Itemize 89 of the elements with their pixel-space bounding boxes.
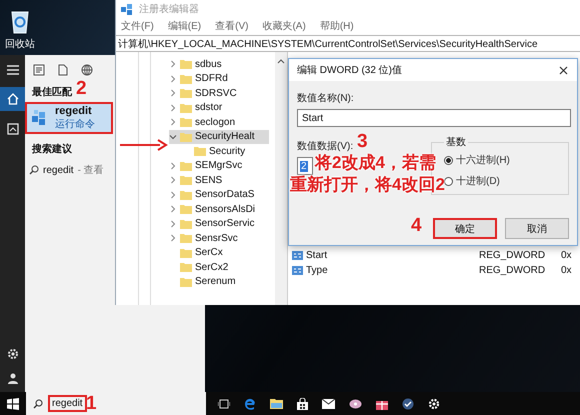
mail-icon[interactable] [322,398,335,408]
dialog-button[interactable]: 取消 [505,218,569,239]
annotation-arrow [120,139,168,151]
group-label: 基数 [445,136,467,149]
registry-icon [121,2,133,14]
browser-icon[interactable] [244,398,256,410]
folder-icon [180,218,192,229]
binary-value-icon [292,251,303,260]
icon-label: 回收站 [5,38,35,51]
home-icon [6,93,18,105]
tree-item[interactable]: Security [169,144,269,158]
folder-icon [180,276,192,287]
apps-icon[interactable] [33,64,45,76]
tree-item[interactable]: seclogon [169,115,269,130]
tree-item[interactable]: SerCx2 [169,260,269,274]
section-heading: 搜索建议 [30,142,72,157]
tree-item[interactable]: SerCx [169,246,269,260]
text-field[interactable]: Start [297,109,571,127]
folder-icon [180,117,192,128]
menu-item[interactable]: 查看(V) [215,19,248,33]
search-result[interactable]: regedit 运行命令 [25,102,113,134]
settings-icon[interactable] [6,348,18,360]
close-icon [558,66,568,74]
task-view-icon[interactable] [218,398,230,408]
disc-icon[interactable] [349,398,362,410]
folder-icon [180,262,192,272]
radio-button[interactable]: 十六进制(H) [444,153,510,167]
person-icon[interactable] [6,372,18,384]
tree-item[interactable]: SensrSvc [169,231,269,246]
search-icon [33,398,43,408]
search-icon [29,165,39,175]
round-app-icon[interactable] [402,398,414,410]
radio-button[interactable]: 十进制(D) [444,174,500,188]
address-field[interactable]: 计算机\HKEY_LOCAL_MACHINE\SYSTEM\CurrentControlSet\Services\SecurityHealthService [116,35,580,52]
menu-icon[interactable] [6,65,18,75]
tree-item[interactable]: SensorServic [169,216,269,231]
home-button[interactable] [0,87,25,111]
value-row[interactable]: Start REG_DWORD 0x [292,248,580,263]
menu-item[interactable]: 收藏夹(A) [262,19,306,33]
folder-icon [180,175,192,186]
menu-item[interactable]: 文件(F) [121,19,154,33]
field-label: 数值数据(V): [297,140,354,153]
collapse-icon[interactable] [169,132,177,141]
tree-item[interactable]: sdbus [169,57,269,72]
annotation-text: 重新打开，将4改回2 [290,176,445,193]
folder-icon [180,160,192,171]
binary-value-icon [292,266,303,275]
folder-icon [180,190,192,200]
folder-icon [180,74,192,84]
tree-item[interactable]: SDFRd [169,72,269,86]
tree-item[interactable]: sdstor [169,100,269,115]
tree-item[interactable]: SDRSVC [169,86,269,100]
window-title: 注册表编辑器 [139,2,199,16]
annotation-text: 将2改成4，若需 [315,154,436,171]
document-icon[interactable] [58,64,68,76]
tree-item[interactable]: SENS [169,173,269,188]
folder-icon [180,88,192,98]
tree-item[interactable]: SEMgrSvc [169,158,269,173]
windows-logo-icon[interactable] [7,398,19,410]
section-heading: 最佳匹配 [31,86,72,100]
step-number: 2 [76,79,87,98]
field-label: 数值名称(N): [297,92,354,105]
step-number: 3 [357,132,368,151]
folder-icon [180,132,192,142]
step-number: 1 [86,394,97,413]
menu-item[interactable]: 帮助(H) [320,19,354,33]
dialog-title: 编辑 DWORD (32 位)值 [297,64,402,77]
scrollbar[interactable] [275,52,287,305]
tile-icon[interactable] [6,123,18,135]
value-row[interactable]: Type REG_DWORD 0x [292,263,580,278]
search-suggestion[interactable]: regedit - 查看 [25,159,108,181]
menu-item[interactable]: 编辑(E) [168,19,202,33]
dialog-button[interactable]: 确定 [433,218,497,239]
folder-icon [194,146,206,156]
folder-icon [180,59,192,70]
folder-icon [180,233,192,244]
folder-icon[interactable] [270,398,283,409]
tree-item[interactable]: SecurityHealt [169,130,269,144]
step-number: 4 [411,216,422,235]
globe-icon[interactable] [81,64,93,76]
folder-icon [180,204,192,214]
tree-item[interactable]: Serenum [169,274,269,289]
store-icon[interactable] [297,398,308,410]
tree-item[interactable]: SensorsAlsDi [169,202,269,216]
tree-item[interactable]: SensorDataS [169,188,269,202]
caret-icon[interactable] [277,58,285,64]
folder-icon [180,248,192,258]
folder-icon [180,102,192,113]
text-field[interactable]: 2 [297,157,313,175]
